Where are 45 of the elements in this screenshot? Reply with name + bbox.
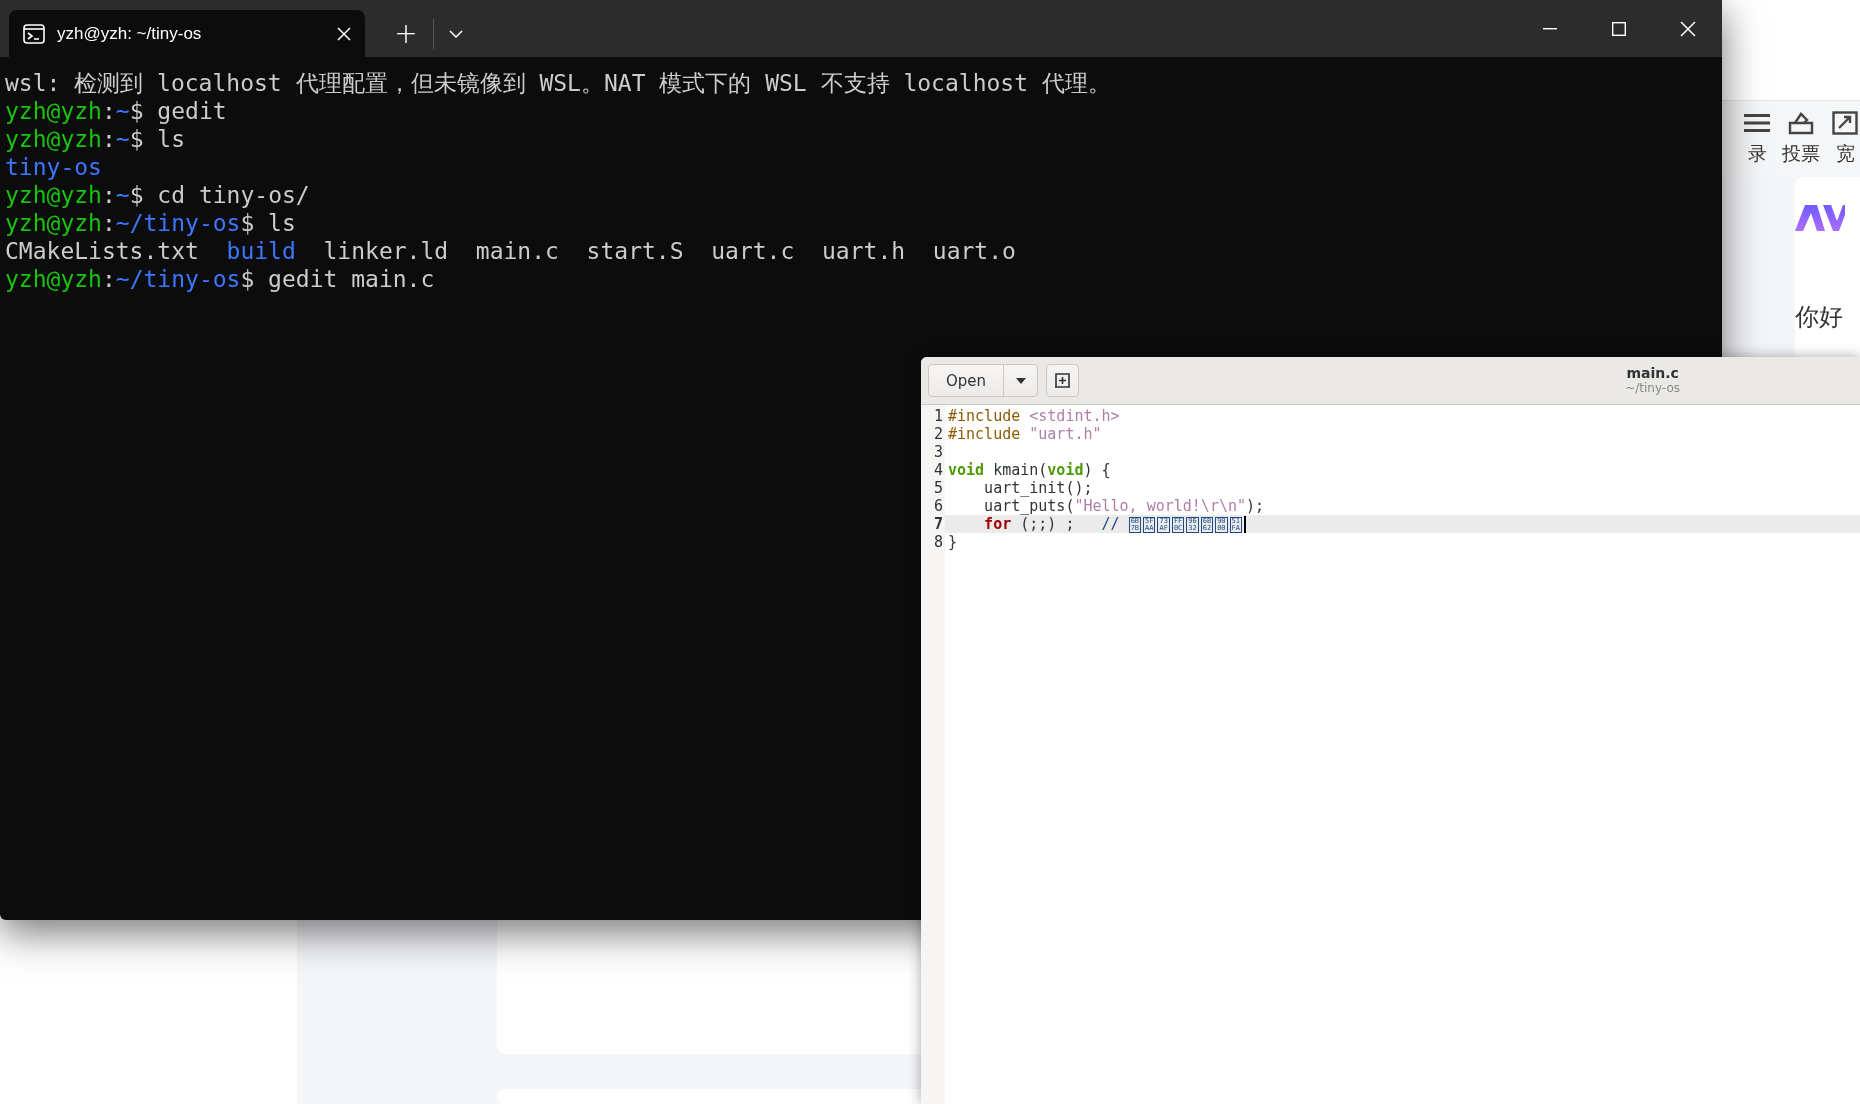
terminal-tab[interactable]: yzh@yzh: ~/tiny-os [9, 10, 365, 57]
logo-icon [1795, 205, 1845, 231]
tab-title: yzh@yzh: ~/tiny-os [57, 23, 203, 44]
line-number: 4 [932, 461, 944, 479]
code-line: uart_puts("Hello, world!\r\n"); [983, 497, 1265, 515]
terminal-line: tiny-os [5, 153, 102, 181]
line-number: 8 [932, 533, 944, 551]
terminal-line: yzh@yzh:~$ gedit [5, 97, 227, 125]
line-number: 5 [932, 479, 944, 497]
code-line: uart_init(); [983, 479, 1093, 497]
close-icon [1679, 20, 1696, 37]
chevron-down-icon [449, 29, 463, 38]
line-number: 7 [932, 515, 944, 533]
line-number: 1 [932, 407, 944, 425]
new-tab-button[interactable]: + [379, 10, 433, 57]
expand-icon [1832, 111, 1858, 135]
terminal-line: yzh@yzh:~/tiny-os$ ls [5, 209, 296, 237]
card-text: 你好 [1795, 302, 1844, 333]
text-cursor [1244, 515, 1246, 533]
line-number: 2 [932, 425, 944, 443]
caret-icon [1015, 377, 1026, 384]
new-document-button[interactable] [1046, 364, 1080, 397]
terminal-line: yzh@yzh:~/tiny-os$ gedit main.c [5, 265, 435, 293]
code-line: void kmain(void) { [948, 461, 1111, 479]
toolbar-item[interactable]: 录 [1742, 111, 1772, 167]
code-line: #include "uart.h" [948, 425, 1102, 443]
terminal-line: wsl: 检测到 localhost 代理配置，但未镜像到 WSL。NAT 模式下的 WSL 不支持 localhost 代理。 [5, 69, 1111, 97]
close-icon[interactable] [337, 26, 351, 41]
toolbar-item[interactable]: 宽 [1830, 111, 1860, 167]
code-line: #include <stdint.h> [948, 407, 1120, 425]
ballot-box-icon [1788, 111, 1814, 135]
terminal-line: CMakeLists.txt build linker.ld main.c start.S uart.c uart.h uart.o [5, 237, 1017, 265]
toolbar-item[interactable]: 投票 [1782, 111, 1820, 167]
code-line: } [948, 533, 958, 551]
terminal-line: yzh@yzh:~$ cd tiny-os/ [5, 181, 310, 209]
minimize-icon [1542, 27, 1557, 30]
new-tab-icon [1055, 373, 1071, 388]
window-subtitle: ~/tiny-os [1625, 381, 1680, 395]
maximize-icon [1611, 21, 1626, 36]
line-number: 6 [932, 497, 944, 515]
window-title: main.c [1626, 366, 1679, 382]
terminal-icon [23, 23, 45, 44]
terminal-line: yzh@yzh:~$ ls [5, 125, 186, 153]
list-icon [1744, 111, 1770, 135]
line-number: 3 [932, 443, 944, 461]
